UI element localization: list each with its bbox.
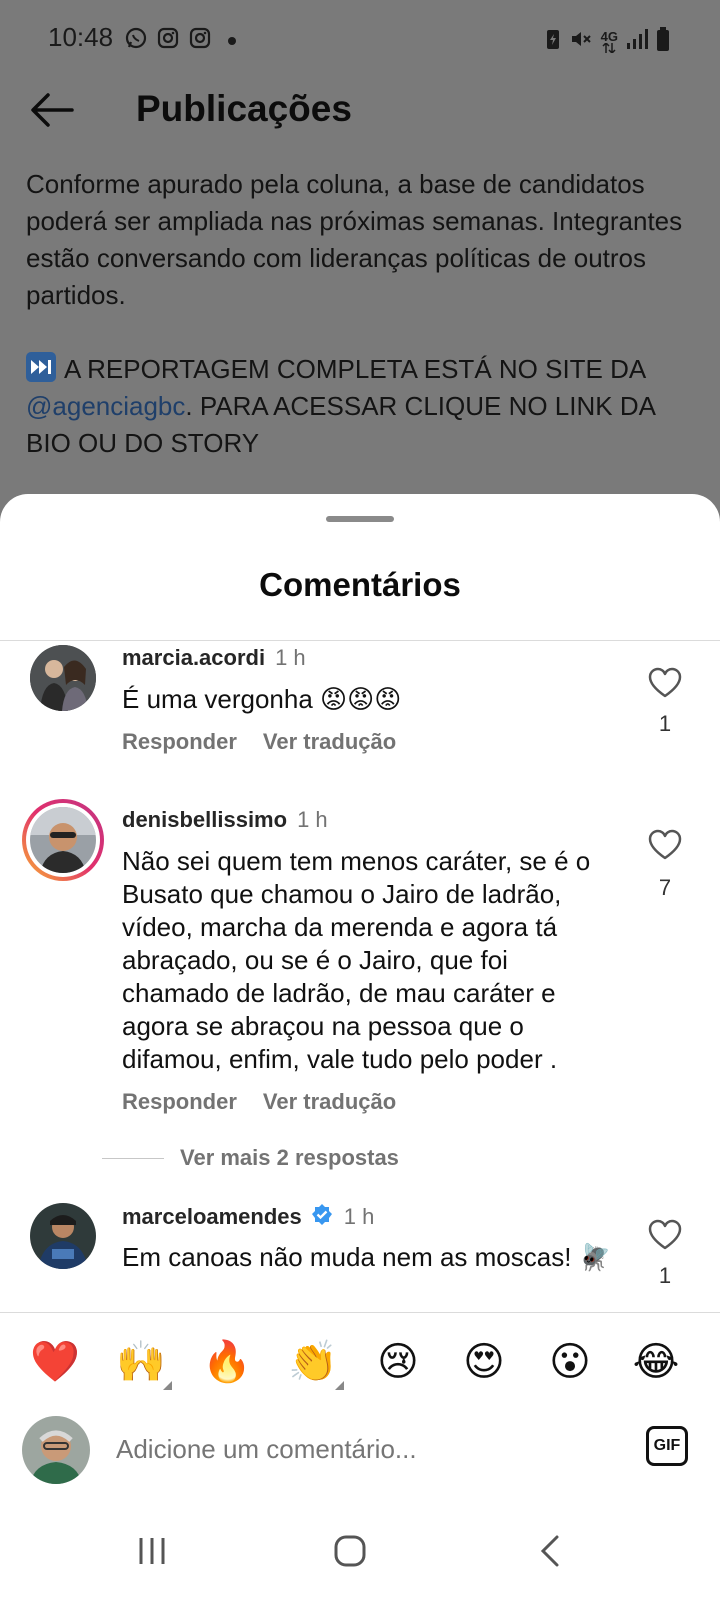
mention-link[interactable]: @agenciagbc [26,391,185,421]
avatar[interactable] [22,799,104,881]
post-link-text: A REPORTAGEM COMPLETA ESTÁ NO SITE DA [64,354,645,384]
heart-eyes-emoji-button[interactable]: 😍 [460,1338,508,1386]
post-paragraph: Conforme apurado pela coluna, a base de … [26,169,683,310]
like-count: 1 [658,711,672,736]
comment-time: 1 h [297,807,328,832]
comment-composer: GIF [0,1406,720,1502]
fire-emoji-button[interactable]: 🔥 [202,1338,252,1386]
gif-button[interactable]: GIF [646,1426,688,1466]
comment-item: marceloamendes 1 h Em canoas não muda nem… [0,1199,720,1311]
laughing-emoji-button[interactable]: 😂 [632,1338,680,1386]
view-more-replies[interactable]: Ver mais 2 respostas [102,1145,399,1171]
page-title: Publicações [136,88,352,129]
comment-item: denisbellissimo 1 h Não sei quem tem meno… [0,791,720,1231]
comment-time: 1 h [343,1204,375,1229]
heart-icon[interactable] [648,1219,682,1256]
notification-dot [228,36,236,45]
home-icon[interactable] [320,1526,380,1576]
surprised-emoji-button[interactable]: 😮 [546,1338,594,1386]
system-nav-bar [0,1500,720,1600]
comment-text: É uma vergonha 😡😡😡 [122,684,402,714]
avatar[interactable] [30,645,96,711]
like-count: 1 [658,1263,672,1288]
signal-icon [626,27,648,56]
reply-button[interactable]: Responder [122,1089,237,1114]
comment-text: Não sei quem tem menos caráter, se é o B… [122,846,591,1074]
status-time: 10:48 [48,22,114,52]
heart-emoji-button[interactable]: ❤️ [30,1338,80,1386]
comments-list[interactable]: marcia.acordi 1 h É uma vergonha 😡😡😡 Resp… [0,641,720,1311]
translate-button[interactable]: Ver tradução [263,1089,396,1114]
reply-line [102,1157,164,1159]
like-count: 7 [658,875,672,900]
whatsapp-icon [124,26,148,55]
clapping-emoji-button[interactable]: 👏 [288,1338,344,1390]
crying-emoji-button[interactable]: 😢 [374,1338,422,1386]
back-icon[interactable] [520,1526,580,1576]
clapping-emoji: 👏 [288,1340,338,1384]
fast-forward-icon [26,352,56,382]
comment-username[interactable]: marcia.acordi [122,645,265,670]
raising-hands-emoji: 🙌 [116,1340,166,1384]
comments-sheet: Comentários marcia.acordi 1 h É uma vergo… [0,494,720,1600]
arrow-left-icon[interactable] [28,90,76,130]
skin-tone-indicator [335,1381,344,1390]
drag-handle[interactable] [326,516,394,522]
comment-username[interactable]: denisbellissimo [122,807,287,832]
mute-icon [569,27,593,56]
instagram-icon [188,26,212,55]
comment-input[interactable] [116,1434,616,1465]
avatar [22,1416,90,1484]
avatar[interactable] [30,1203,96,1269]
comment-username[interactable]: marceloamendes [122,1204,302,1229]
skin-tone-indicator [163,1381,172,1390]
reply-button[interactable]: Responder [122,729,237,754]
battery-saver-icon [545,27,561,56]
recent-apps-icon[interactable] [122,1526,182,1576]
heart-icon[interactable] [648,667,682,704]
page-header: Publicações [0,82,720,142]
instagram-icon [156,26,180,55]
comment-item: marcia.acordi 1 h É uma vergonha 😡😡😡 Resp… [0,641,720,791]
raising-hands-emoji-button[interactable]: 🙌 [116,1338,172,1390]
heart-icon[interactable] [648,829,682,866]
comment-time: 1 h [275,645,306,670]
status-bar: 10:48 4G [0,0,720,80]
network-4g-icon: 4G [601,30,618,53]
post-paragraph: A REPORTAGEM COMPLETA ESTÁ NO SITE DA @a… [26,351,706,462]
battery-icon [656,26,670,57]
view-more-replies-label: Ver mais 2 respostas [180,1145,399,1170]
comment-text: Em canoas não muda nem as moscas! 🪰 [122,1242,612,1272]
emoji-reaction-bar: ❤️ 🙌 🔥 👏 😢 😍 😮 😂 [0,1314,720,1406]
post-caption: Conforme apurado pela coluna, a base de … [26,166,706,462]
translate-button[interactable]: Ver tradução [263,729,396,754]
verified-badge-icon [310,1203,334,1233]
divider [0,1312,720,1313]
sheet-title: Comentários [259,566,461,603]
